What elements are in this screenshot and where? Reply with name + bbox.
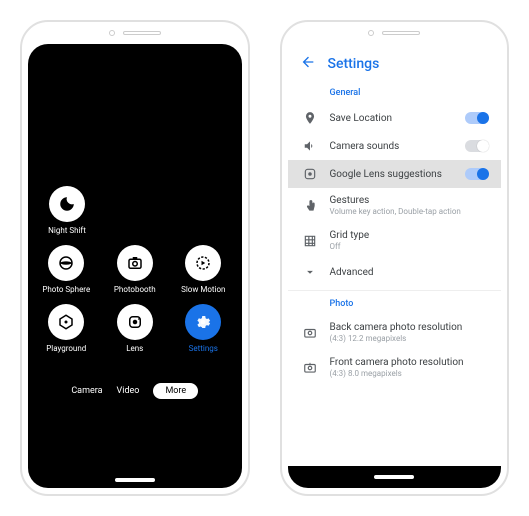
row-front-camera-res[interactable]: Front camera photo resolution (4:3) 8.0 … bbox=[288, 350, 502, 385]
camera-modes-screen: Night Shift Photo Sphere Photobooth bbox=[28, 44, 242, 488]
tile-photobooth[interactable]: Photobooth bbox=[107, 245, 164, 294]
tile-lens[interactable]: Lens bbox=[107, 304, 164, 353]
sphere-icon bbox=[48, 245, 84, 281]
tile-photo-sphere[interactable]: Photo Sphere bbox=[38, 245, 95, 294]
tile-label: Photobooth bbox=[114, 285, 156, 294]
slowmo-icon bbox=[185, 245, 221, 281]
row-advanced[interactable]: Advanced bbox=[288, 258, 502, 286]
tab-camera[interactable]: Camera bbox=[71, 386, 102, 396]
tile-playground[interactable]: Playground bbox=[38, 304, 95, 353]
chevron-down-icon bbox=[302, 265, 318, 279]
lens-icon bbox=[302, 167, 318, 181]
home-indicator[interactable] bbox=[374, 475, 414, 479]
notch bbox=[282, 22, 508, 44]
tile-label: Playground bbox=[46, 344, 86, 353]
tile-night-shift[interactable]: Night Shift bbox=[38, 186, 96, 235]
settings-screen: Settings General Save Location Camera so… bbox=[288, 44, 502, 488]
tile-slow-motion[interactable]: Slow Motion bbox=[175, 245, 232, 294]
toggle-lens-suggestions[interactable] bbox=[465, 168, 489, 180]
tile-label: Photo Sphere bbox=[42, 285, 90, 294]
toggle-save-location[interactable] bbox=[465, 112, 489, 124]
moon-icon bbox=[49, 186, 85, 222]
toggle-camera-sounds[interactable] bbox=[465, 140, 489, 152]
notch bbox=[22, 22, 248, 44]
camera-icon bbox=[117, 245, 153, 281]
tile-label: Lens bbox=[126, 344, 143, 353]
tile-settings[interactable]: Settings bbox=[175, 304, 232, 353]
row-camera-sounds[interactable]: Camera sounds bbox=[288, 132, 502, 160]
playground-icon bbox=[48, 304, 84, 340]
front-camera-icon bbox=[302, 361, 318, 375]
tile-label: Night Shift bbox=[48, 226, 86, 235]
tab-video[interactable]: Video bbox=[117, 386, 140, 396]
section-photo: Photo bbox=[288, 295, 502, 315]
mode-tabs: Camera Video More bbox=[28, 383, 242, 399]
settings-header: Settings bbox=[288, 44, 502, 84]
tile-label: Settings bbox=[189, 344, 218, 353]
tab-more[interactable]: More bbox=[153, 383, 198, 399]
row-lens-suggestions[interactable]: Google Lens suggestions bbox=[288, 160, 502, 188]
row-back-camera-res[interactable]: Back camera photo resolution (4:3) 12.2 … bbox=[288, 315, 502, 350]
settings-title: Settings bbox=[328, 56, 380, 72]
lens-icon bbox=[117, 304, 153, 340]
sound-icon bbox=[302, 139, 318, 153]
phone-camera: Night Shift Photo Sphere Photobooth bbox=[20, 20, 250, 496]
location-icon bbox=[302, 111, 318, 125]
home-indicator[interactable] bbox=[115, 478, 155, 482]
row-grid-type[interactable]: Grid type Off bbox=[288, 223, 502, 258]
nav-bar bbox=[288, 466, 502, 488]
back-camera-icon bbox=[302, 326, 318, 340]
tile-label: Slow Motion bbox=[181, 285, 225, 294]
row-save-location[interactable]: Save Location bbox=[288, 104, 502, 132]
gear-icon bbox=[185, 304, 221, 340]
section-general: General bbox=[288, 84, 502, 104]
row-gestures[interactable]: Gestures Volume key action, Double-tap a… bbox=[288, 188, 502, 223]
phone-settings: Settings General Save Location Camera so… bbox=[280, 20, 510, 496]
gesture-icon bbox=[302, 199, 318, 213]
back-arrow-icon[interactable] bbox=[300, 54, 316, 74]
grid-icon bbox=[302, 234, 318, 248]
